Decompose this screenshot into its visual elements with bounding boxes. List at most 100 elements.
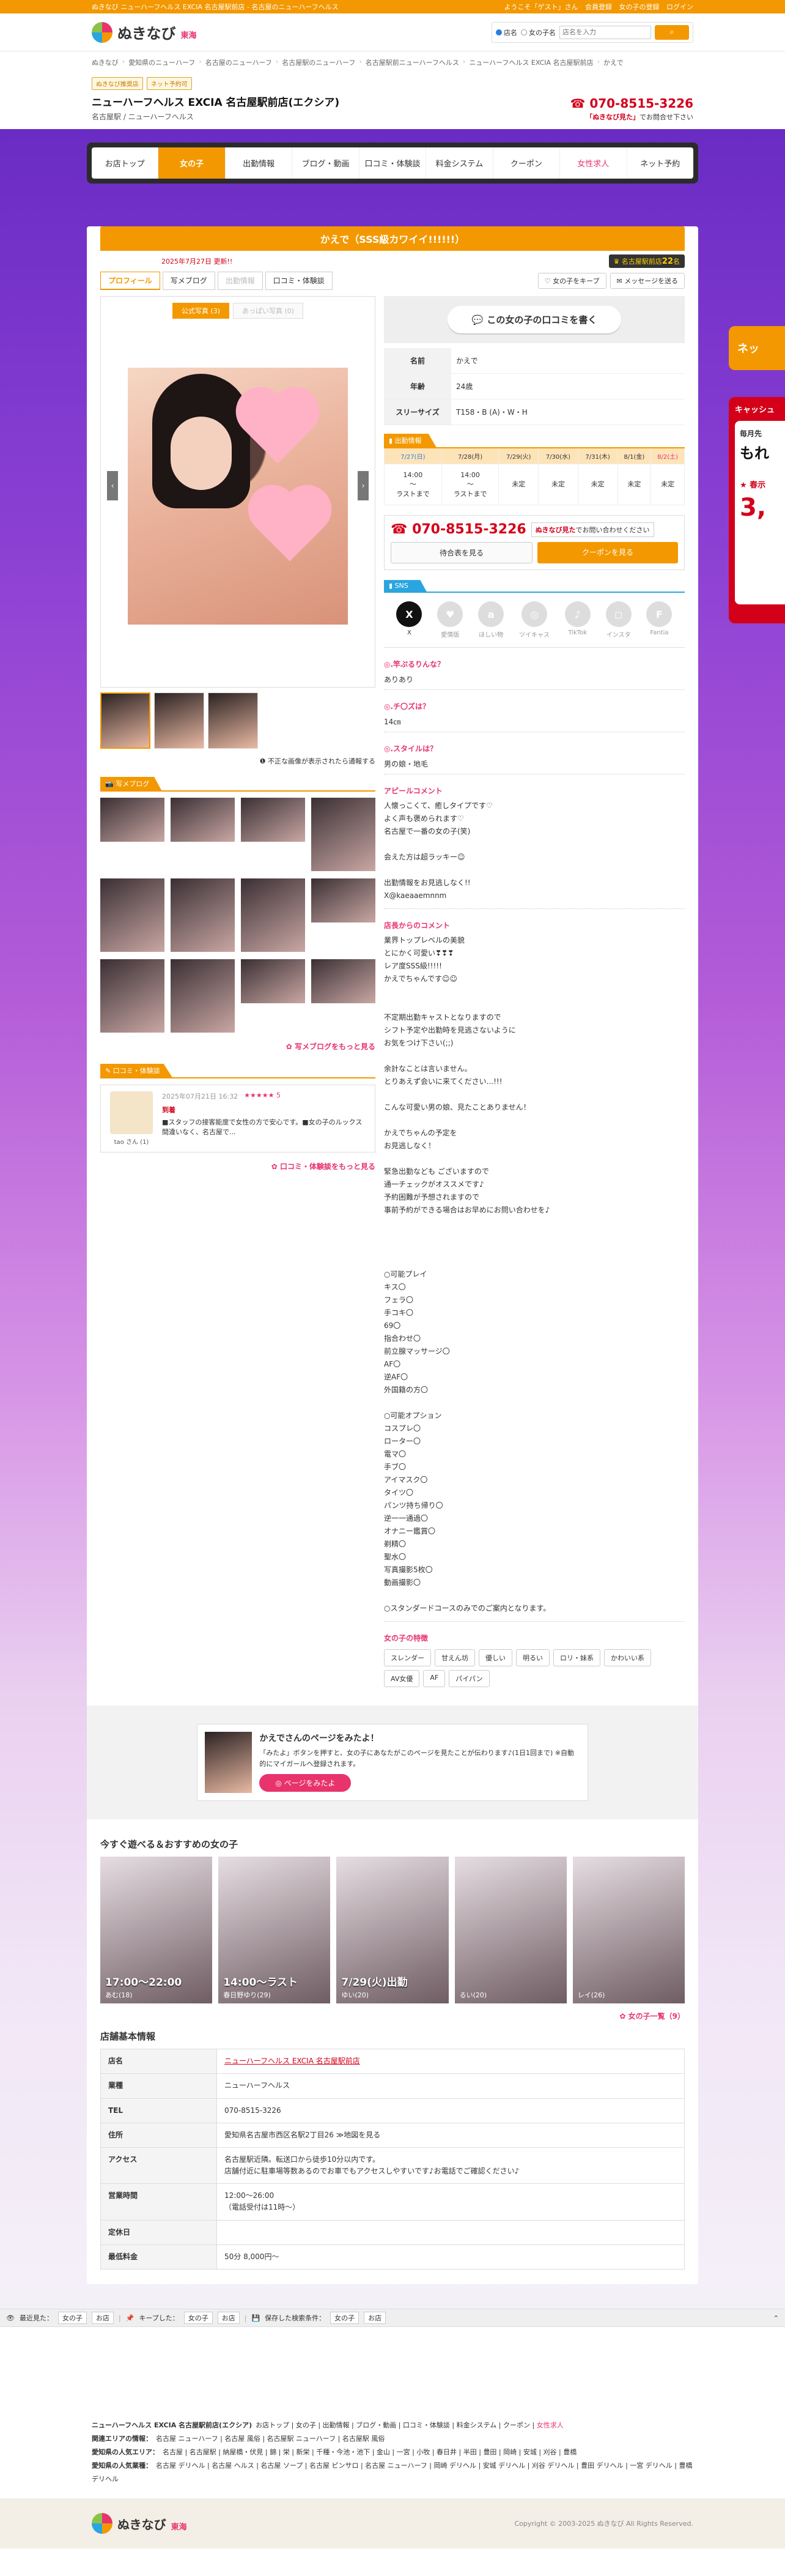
profile-tab[interactable]: 口コミ・体験談 xyxy=(265,272,333,290)
nav-item[interactable]: ネット予約 xyxy=(627,147,693,179)
footer-link[interactable]: 名古屋 ニューハーフ xyxy=(365,2462,427,2470)
sns-item[interactable]: ♪ TikTok xyxy=(564,601,591,639)
footer-link[interactable]: 口コミ・体験談 xyxy=(403,2421,450,2429)
footer-link[interactable]: 春日井 xyxy=(437,2448,457,2456)
breadcrumb-item[interactable]: 名古屋駅前ニューハーフヘルス xyxy=(366,58,459,67)
blog-thumbnail[interactable] xyxy=(241,959,305,1003)
footer-link[interactable]: 岡崎 デリヘル xyxy=(433,2462,476,2470)
footer-link[interactable]: 女性求人 xyxy=(537,2421,564,2429)
breadcrumb-item[interactable]: 名古屋駅のニューハーフ xyxy=(282,58,355,67)
trait-tag[interactable]: 明るい xyxy=(516,1649,550,1667)
nav-item[interactable]: 女性求人 xyxy=(560,147,627,179)
saved-girl-chip[interactable]: 女の子 xyxy=(330,2312,359,2325)
nav-item[interactable]: クーポン xyxy=(493,147,561,179)
register-link[interactable]: 会員登録 xyxy=(585,3,612,11)
mitayo-button[interactable]: ◎ ページをみたよ xyxy=(259,1774,352,1792)
reviews-more-link[interactable]: ✿ 口コミ・体験談をもっと見る xyxy=(100,1161,375,1171)
trait-tag[interactable]: ロリ・妹系 xyxy=(553,1649,600,1667)
nav-item[interactable]: お店トップ xyxy=(92,147,159,179)
girl-list-link[interactable]: ✿ 女の子一覧（9） xyxy=(87,2003,698,2021)
thumbnail[interactable] xyxy=(208,692,258,749)
blog-thumbnail[interactable] xyxy=(311,878,375,922)
favorites-link[interactable]: 女の子の登録 xyxy=(619,3,660,11)
review-item[interactable]: tao さん (1) 2025年07月21日 16:32 ★★★★★ 5 到着 … xyxy=(100,1085,375,1153)
search-option-girl[interactable]: 女の子名 xyxy=(521,28,556,37)
footer-link[interactable]: 豊田 デリヘル xyxy=(581,2462,624,2470)
footer-link[interactable]: 出勤情報 xyxy=(323,2421,350,2429)
breadcrumb-item[interactable]: 名古屋のニューハーフ xyxy=(205,58,272,67)
trait-tag[interactable]: かわいい系 xyxy=(604,1649,651,1667)
breadcrumb-item[interactable]: 愛知県のニューハーフ xyxy=(128,58,195,67)
footer-link[interactable]: 一宮 xyxy=(397,2448,410,2456)
saved-shop-chip[interactable]: お店 xyxy=(364,2312,386,2325)
main-photo[interactable] xyxy=(128,368,348,625)
blog-thumbnail[interactable] xyxy=(171,878,235,952)
floating-net-reserve-button[interactable]: ネッ xyxy=(729,326,785,370)
blog-thumbnail[interactable] xyxy=(241,798,305,842)
recent-shop-chip[interactable]: お店 xyxy=(91,2312,114,2325)
footer-link[interactable]: 名古屋 xyxy=(163,2448,183,2456)
shop-girl-count-badge[interactable]: ♛ 名古屋駅前店22名 xyxy=(608,254,685,268)
shop-info-value[interactable]: ニューハーフヘルス EXCIA 名古屋駅前店 xyxy=(216,2049,685,2074)
kept-girl-chip[interactable]: 女の子 xyxy=(183,2312,213,2325)
recommended-girl-card[interactable]: 7/29(火)出勤 ゆい(20) xyxy=(336,1857,449,2004)
footer-link[interactable]: 豊橋 xyxy=(563,2448,577,2456)
blog-thumbnail[interactable] xyxy=(171,959,235,1033)
shop-tel[interactable]: ☎ 070-8515-3226 xyxy=(570,96,693,111)
trait-tag[interactable]: スレンダー xyxy=(384,1649,431,1667)
waiting-list-button[interactable]: 待合表を見る xyxy=(391,542,533,564)
footer-link[interactable]: 豊田 xyxy=(483,2448,496,2456)
footer-link[interactable]: 名古屋 風俗 xyxy=(224,2435,260,2443)
footer-link[interactable]: 名古屋駅 風俗 xyxy=(342,2435,385,2443)
trait-tag[interactable]: 優しい xyxy=(479,1649,512,1667)
send-message-button[interactable]: ✉ メッセージを送る xyxy=(610,273,685,289)
shop-name[interactable]: ニューハーフヘルス EXCIA 名古屋駅前店(エクシア) xyxy=(92,94,339,109)
recommended-girl-card[interactable]: 17:00～22:00 あむ(18) xyxy=(100,1857,213,2004)
blog-thumbnail[interactable] xyxy=(100,959,164,1033)
footer-link[interactable]: 安城 デリヘル xyxy=(483,2462,526,2470)
footer-link[interactable]: 栄 xyxy=(283,2448,290,2456)
nav-item[interactable]: 出勤情報 xyxy=(226,147,293,179)
footer-link[interactable]: 刈谷 デリヘル xyxy=(532,2462,575,2470)
footer-link[interactable]: 千種・今池・池下 xyxy=(316,2448,370,2456)
footer-logo[interactable]: ぬきなび 東海 xyxy=(92,2513,187,2534)
footer-link[interactable]: 半田 xyxy=(463,2448,477,2456)
footer-link[interactable]: 名古屋駅 xyxy=(190,2448,216,2456)
footer-link[interactable]: クーポン xyxy=(503,2421,530,2429)
footer-link[interactable]: 一宮 デリヘル xyxy=(630,2462,673,2470)
sns-item[interactable]: a ほしい物 xyxy=(478,601,504,639)
blog-thumbnail[interactable] xyxy=(100,798,164,842)
footer-link[interactable]: 錦 xyxy=(270,2448,276,2456)
breadcrumb-item[interactable]: ぬきなび xyxy=(92,58,119,67)
footer-link[interactable]: 新栄 xyxy=(297,2448,310,2456)
footer-link[interactable]: 名古屋 ヘルス xyxy=(212,2462,254,2470)
profile-tab[interactable]: 写メブログ xyxy=(162,272,215,290)
sns-item[interactable]: ♥ 愛情版 xyxy=(437,601,463,639)
write-review-button[interactable]: 💬 この女の子の口コミを書く xyxy=(447,306,622,333)
footer-link[interactable]: ブログ・動画 xyxy=(356,2421,396,2429)
footer-link[interactable]: 名古屋 ソープ xyxy=(260,2462,303,2470)
tel-number[interactable]: ☎ 070-8515-3226 xyxy=(391,522,526,537)
recent-girl-chip[interactable]: 女の子 xyxy=(57,2312,87,2325)
report-image-link[interactable]: ❶ 不正な画像が表示されたら通報する xyxy=(100,756,375,766)
search-input[interactable] xyxy=(559,25,651,39)
footer-link[interactable]: 名古屋 デリヘル xyxy=(156,2462,205,2470)
search-option-shop[interactable]: 店名 xyxy=(496,28,517,37)
footer-link[interactable]: 料金システム xyxy=(457,2421,497,2429)
thumbnail[interactable] xyxy=(100,692,150,749)
footer-link[interactable]: 刈谷 xyxy=(544,2448,557,2456)
recommended-girl-card[interactable]: レイ(26) xyxy=(572,1857,685,2004)
floating-cashback-banner[interactable]: キャッシュ 毎月先 もれ ★ 春示 3, xyxy=(729,397,785,623)
profile-tab[interactable]: 出勤情報 xyxy=(217,272,263,290)
sns-item[interactable]: ◻ インスタ xyxy=(605,601,632,639)
sns-item[interactable]: XX xyxy=(396,601,422,639)
footer-link[interactable]: お店トップ xyxy=(256,2421,289,2429)
site-logo[interactable]: ぬきなび 東海 xyxy=(92,21,197,43)
nav-item[interactable]: 口コミ・体験談 xyxy=(359,147,427,179)
blog-more-link[interactable]: ✿ 写メブログをもっと見る xyxy=(100,1041,375,1052)
recommended-girl-card[interactable]: 14:00～ラスト 春日野ゆり(29) xyxy=(218,1857,331,2004)
footer-link[interactable]: 金山 xyxy=(377,2448,390,2456)
footer-link[interactable]: 岡崎 xyxy=(503,2448,517,2456)
keep-girl-button[interactable]: ♡ 女の子をキープ xyxy=(537,273,606,289)
blog-thumbnail[interactable] xyxy=(100,878,164,952)
